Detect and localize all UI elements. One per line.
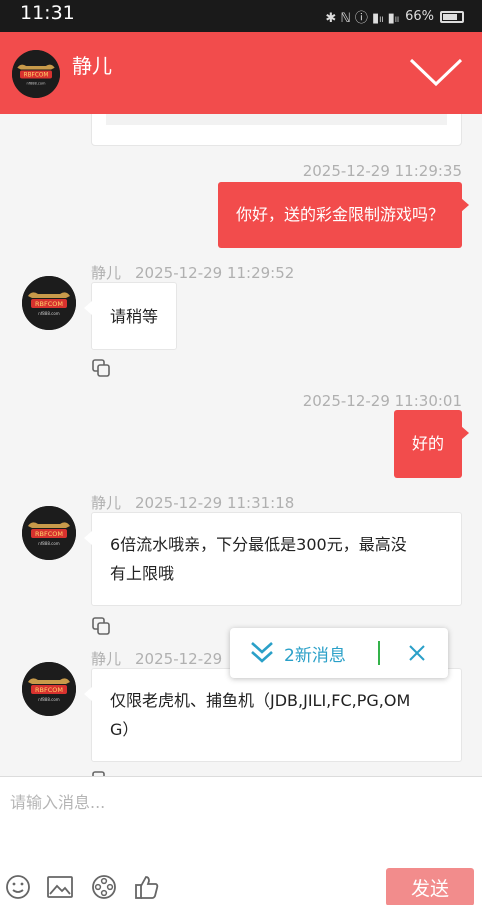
chat-header: RBFCOM nf888.com 静儿	[0, 32, 482, 114]
battery-percent: 66%	[405, 9, 434, 24]
message-text-line-2: 有上限哦	[110, 564, 175, 583]
message-text: 好的	[411, 434, 444, 453]
banner-divider	[378, 641, 380, 665]
svg-text:nf888.com: nf888.com	[38, 697, 59, 702]
incoming-message: 仅限老虎机、捕鱼机（JDB,JILI,FC,PG,OM G）	[84, 668, 462, 762]
message-timestamp: 2025-12-29 11:31:18	[135, 494, 295, 512]
status-icons: ✱ ℕ ⓘ ▮ₗₗ ▮ₗₗ 66%	[325, 7, 464, 26]
battery-icon	[440, 10, 464, 23]
contact-name: 静儿	[72, 54, 112, 78]
brand-logo: RBFCOM nf888.com	[12, 50, 60, 98]
double-chevron-down-icon	[251, 642, 273, 663]
send-button[interactable]: 发送	[386, 868, 474, 905]
message-input[interactable]	[0, 777, 482, 863]
copy-icon[interactable]	[91, 616, 111, 636]
svg-text:RBFCOM: RBFCOM	[24, 73, 49, 79]
new-messages-banner[interactable]: 2新消息	[230, 628, 448, 678]
message-timestamp: 2025-12-29 11:29:52	[135, 264, 295, 282]
message-text: 你好，送的彩金限制游戏吗？	[235, 205, 444, 224]
agent-avatar[interactable]: RBFCOM nf888.com	[22, 506, 76, 560]
close-icon[interactable]	[406, 642, 428, 664]
thumbs-up-icon[interactable]	[133, 873, 161, 901]
incoming-message: 6倍流水哦亲，下分最低是300元，最高没 有上限哦	[84, 512, 462, 606]
composer: 发送	[0, 776, 482, 905]
svg-text:nf888.com: nf888.com	[38, 541, 59, 546]
brand-logo: RBFCOM nf888.com	[22, 662, 76, 716]
outgoing-message: 好的	[393, 410, 470, 478]
message-timestamp: 2025-12-29 11:30:01	[302, 392, 462, 410]
image-icon[interactable]	[46, 873, 74, 901]
previous-message-bubble	[91, 114, 462, 146]
agent-meta: 静儿 2025-12-29 11:31:18	[91, 492, 294, 513]
agent-avatar[interactable]: RBFCOM nf888.com	[22, 276, 76, 330]
agent-avatar[interactable]: RBFCOM nf888.com	[22, 662, 76, 716]
agent-meta: 静儿 2025-12-29 11:29:52	[91, 262, 294, 283]
status-time: 11:31	[20, 2, 75, 24]
status-bar: 11:31 ✱ ℕ ⓘ ▮ₗₗ ▮ₗₗ 66%	[0, 0, 482, 32]
message-timestamp: 2025-12-29 11:29:35	[302, 162, 462, 180]
svg-text:RBFCOM: RBFCOM	[35, 530, 63, 538]
avatar[interactable]: RBFCOM nf888.com	[12, 50, 60, 98]
message-text: 请稍等	[110, 306, 159, 326]
message-text-line-2: G）	[110, 720, 139, 739]
message-text-line-1: 仅限老虎机、捕鱼机（JDB,JILI,FC,PG,OM	[110, 691, 411, 710]
agent-name: 静儿	[91, 264, 122, 282]
message-text-line-1: 6倍流水哦亲，下分最低是300元，最高没	[110, 535, 407, 554]
brand-logo: RBFCOM nf888.com	[22, 506, 76, 560]
chevron-down-icon[interactable]	[408, 56, 464, 88]
agent-name: 静儿	[91, 650, 122, 668]
emoji-icon[interactable]	[4, 873, 32, 901]
copy-icon[interactable]	[91, 358, 111, 378]
svg-text:nf888.com: nf888.com	[27, 82, 47, 86]
outgoing-message: 你好，送的彩金限制游戏吗？	[217, 182, 470, 248]
svg-text:RBFCOM: RBFCOM	[35, 686, 63, 694]
brand-logo: RBFCOM nf888.com	[22, 276, 76, 330]
video-icon[interactable]	[90, 873, 118, 901]
new-messages-label: 2新消息	[284, 646, 346, 666]
incoming-message: 请稍等	[83, 282, 178, 350]
signal-icons: ✱ ℕ ⓘ ▮ₗₗ ▮ₗₗ	[325, 11, 400, 26]
svg-text:RBFCOM: RBFCOM	[35, 300, 63, 308]
chat-history[interactable]: 2025-12-29 11:29:35 你好，送的彩金限制游戏吗？ 静儿 2025…	[0, 114, 482, 776]
message-timestamp: 2025-12-29	[135, 650, 223, 668]
agent-meta: 静儿 2025-12-29	[91, 648, 222, 669]
svg-text:nf888.com: nf888.com	[38, 311, 59, 316]
agent-name: 静儿	[91, 494, 122, 512]
